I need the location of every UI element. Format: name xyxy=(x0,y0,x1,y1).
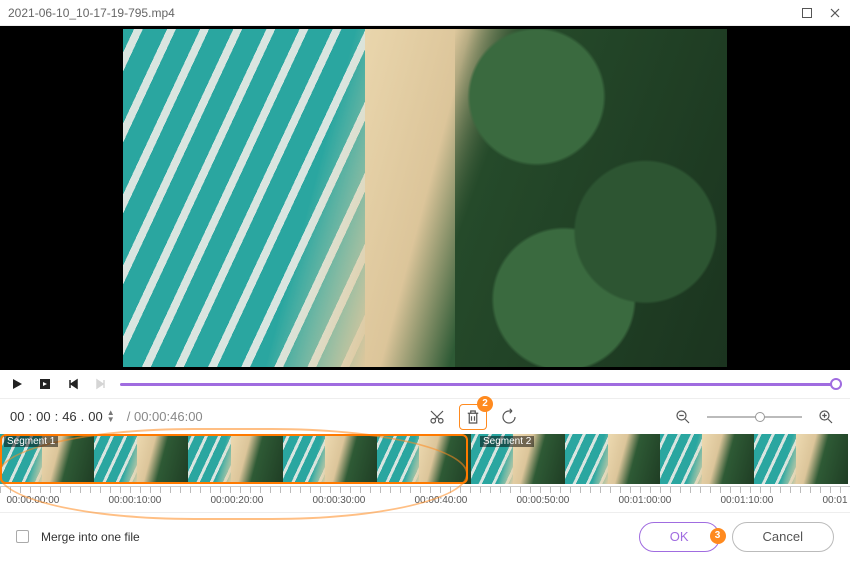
play-button[interactable] xyxy=(8,375,26,393)
callout-3: 3 xyxy=(710,528,726,544)
timeline-thumb[interactable] xyxy=(283,434,377,484)
timeline-thumb[interactable] xyxy=(188,434,282,484)
frame-forward-button[interactable] xyxy=(36,375,54,393)
zoom-out-button[interactable] xyxy=(669,404,697,430)
maximize-icon[interactable] xyxy=(800,6,814,20)
tick-label: 00:00:10:00 xyxy=(109,495,162,506)
timeline-thumb[interactable] xyxy=(660,434,754,484)
tick-label: 00:01:00:00 xyxy=(619,495,672,506)
timeline-thumb[interactable] xyxy=(471,434,565,484)
titlebar: 2021-06-10_10-17-19-795.mp4 xyxy=(0,0,850,26)
close-icon[interactable] xyxy=(828,6,842,20)
timeline-thumbs[interactable]: 1 xyxy=(0,434,850,484)
progress-knob[interactable] xyxy=(830,378,842,390)
time-stepper[interactable]: ▲ ▼ xyxy=(107,410,117,423)
progress-bar[interactable] xyxy=(120,380,842,388)
time-hh[interactable]: 00 xyxy=(10,409,24,424)
tick-label: 00:01:10:00 xyxy=(721,495,774,506)
timeline-thumb[interactable] xyxy=(0,434,94,484)
tick-label: 00:00:40:00 xyxy=(415,495,468,506)
timeline-thumb[interactable] xyxy=(377,434,471,484)
footer: Merge into one file OK 3 Cancel xyxy=(0,512,850,560)
chevron-down-icon[interactable]: ▼ xyxy=(107,417,117,423)
timeline-thumb[interactable] xyxy=(565,434,659,484)
tick-label: 00:01 xyxy=(823,495,848,506)
time-ms[interactable]: 00 xyxy=(88,409,102,424)
rotate-button[interactable] xyxy=(495,404,523,430)
timeline-thumb[interactable] xyxy=(754,434,848,484)
video-preview[interactable] xyxy=(123,29,727,367)
zoom-in-button[interactable] xyxy=(812,404,840,430)
time-toolbar: 00: 00: 46. 00 ▲ ▼ / 00:00:46:00 2 xyxy=(0,398,850,434)
merge-label: Merge into one file xyxy=(41,530,140,544)
zoom-slider[interactable] xyxy=(707,416,802,418)
playback-controls xyxy=(0,370,850,398)
tick-label: 00:00:50:00 xyxy=(517,495,570,506)
window-title: 2021-06-10_10-17-19-795.mp4 xyxy=(8,6,175,20)
tick-label: 00:00:30:00 xyxy=(313,495,366,506)
timeline-thumb[interactable] xyxy=(94,434,188,484)
next-button[interactable] xyxy=(92,375,110,393)
zoom-controls xyxy=(669,404,840,430)
timeline-ruler: 00:00:00:00 00:00:10:00 00:00:20:00 00:00:3… xyxy=(0,486,850,510)
previous-button[interactable] xyxy=(64,375,82,393)
cut-button[interactable] xyxy=(423,404,451,430)
zoom-knob[interactable] xyxy=(755,412,765,422)
tick-label: 00:00:20:00 xyxy=(211,495,264,506)
callout-2: 2 xyxy=(477,396,493,412)
time-ss[interactable]: 46 xyxy=(62,409,76,424)
video-preview-area xyxy=(0,26,850,370)
timeline[interactable]: Segment 1 Segment 2 1 00:00:00:0000:00:1… xyxy=(0,434,850,512)
duration-label: / 00:00:46:00 xyxy=(127,409,203,424)
time-input[interactable]: 00: 00: 46. 00 ▲ ▼ xyxy=(10,409,117,424)
cancel-button[interactable]: Cancel xyxy=(732,522,834,552)
merge-checkbox[interactable] xyxy=(16,530,29,543)
time-mm[interactable]: 00 xyxy=(36,409,50,424)
tick-label: 00:00:00:00 xyxy=(7,495,60,506)
window-controls xyxy=(800,6,842,20)
ok-button[interactable]: OK xyxy=(639,522,720,552)
